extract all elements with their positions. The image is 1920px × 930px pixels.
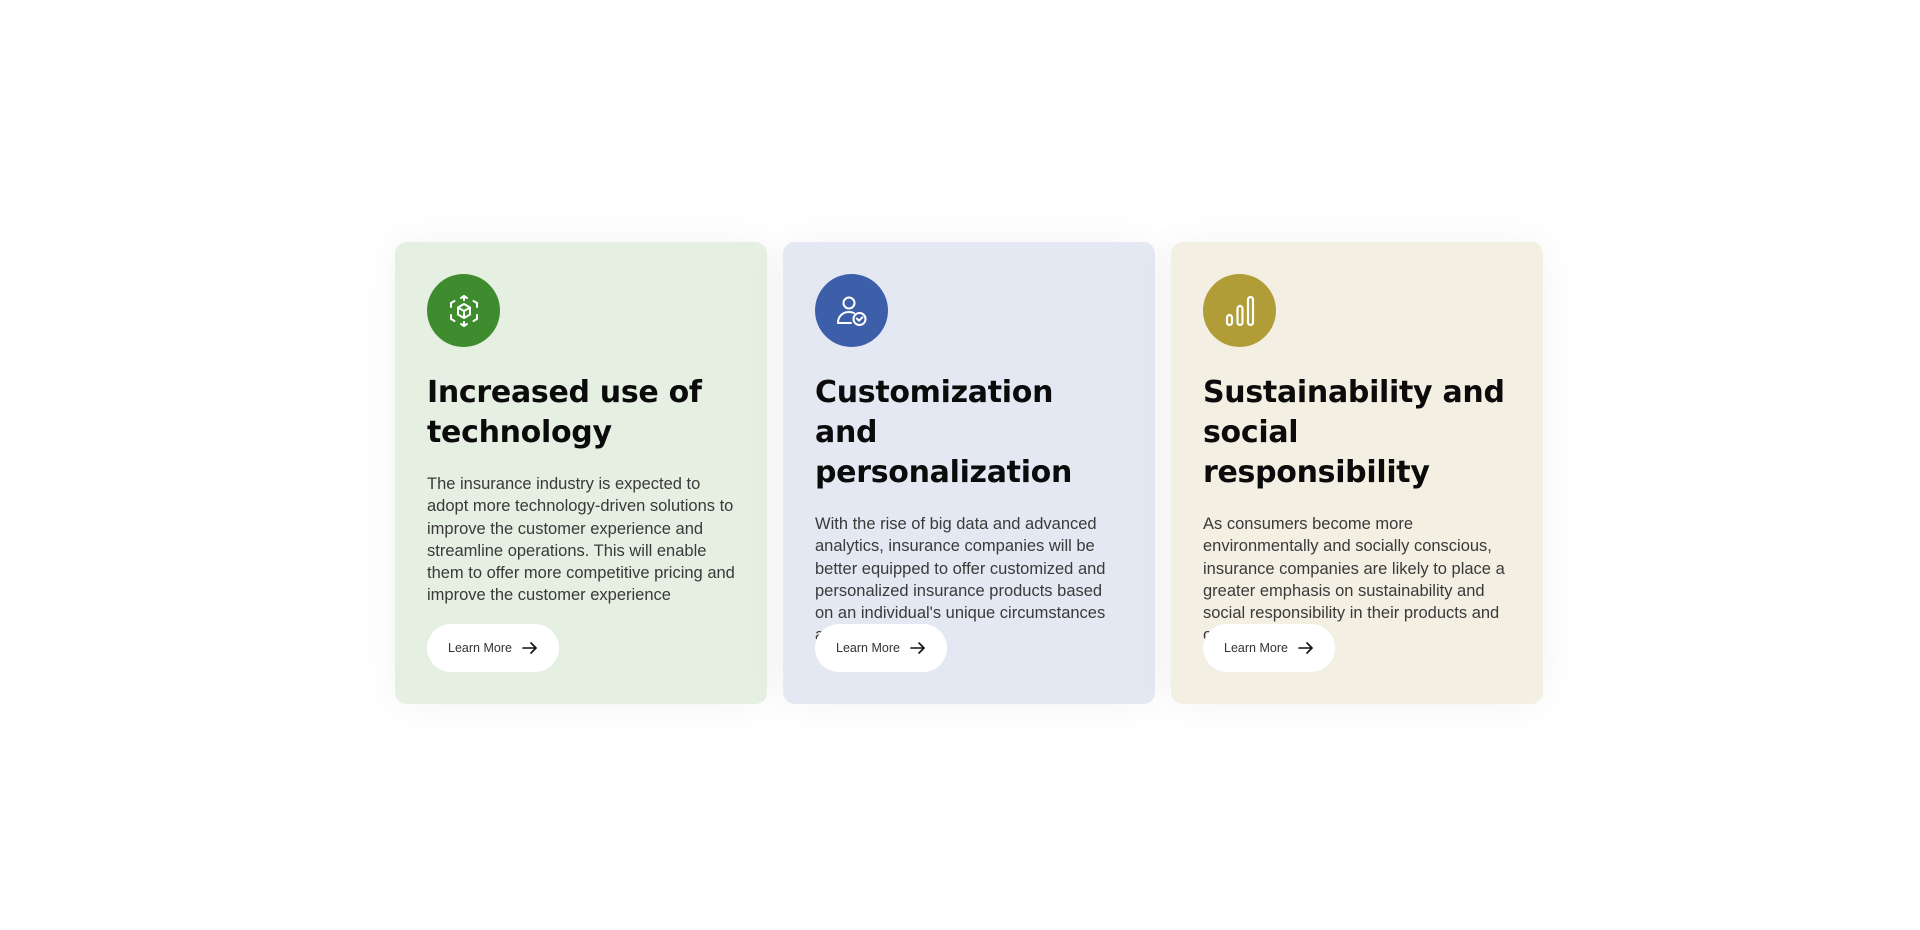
cube-scan-icon	[449, 294, 478, 327]
card-description: The insurance industry is expected to ad…	[427, 475, 735, 605]
arrow-right-icon	[1298, 642, 1313, 654]
card-title: Increased use of technology	[427, 375, 702, 450]
learn-more-button[interactable]: Learn More	[427, 624, 559, 672]
learn-more-label: Learn More	[1224, 641, 1288, 655]
user-check-icon	[836, 296, 866, 326]
card-technology: Increased use of technology The insuranc…	[395, 242, 767, 704]
icon-badge	[815, 274, 888, 347]
card-customization: Customization and personalization With t…	[783, 242, 1155, 704]
arrow-right-icon	[910, 642, 925, 654]
icon-badge	[1203, 274, 1276, 347]
feature-cards: Increased use of technology The insuranc…	[395, 242, 1543, 704]
learn-more-label: Learn More	[448, 641, 512, 655]
card-title: Customization and personalization	[815, 375, 1073, 490]
bar-chart-icon	[1225, 295, 1254, 326]
learn-more-button[interactable]: Learn More	[815, 624, 947, 672]
icon-badge	[427, 274, 500, 347]
card-title: Sustainability and social responsibility	[1203, 375, 1505, 490]
card-sustainability: Sustainability and social responsibility…	[1171, 242, 1543, 704]
learn-more-label: Learn More	[836, 641, 900, 655]
learn-more-button[interactable]: Learn More	[1203, 624, 1335, 672]
arrow-right-icon	[522, 642, 537, 654]
